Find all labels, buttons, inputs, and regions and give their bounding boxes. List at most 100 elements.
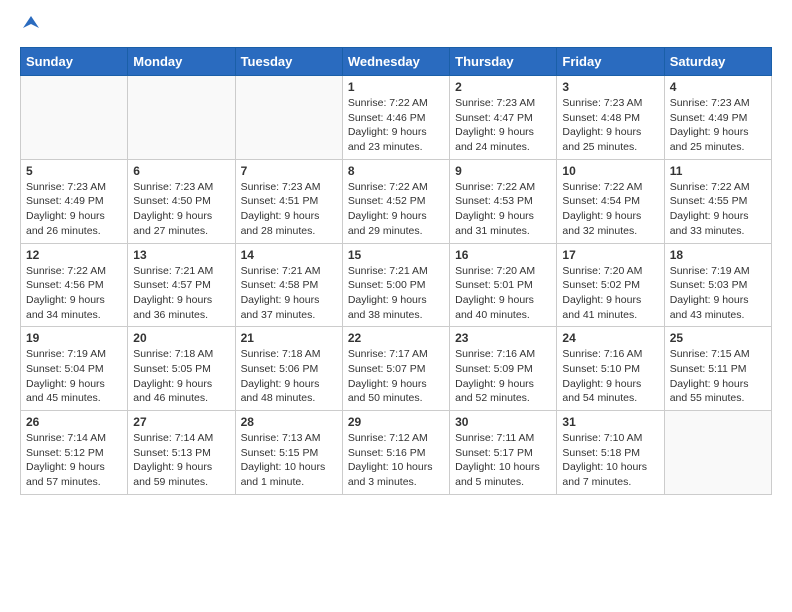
calendar-cell: 25 Sunrise: 7:15 AM Sunset: 5:11 PM Dayli… (664, 327, 771, 411)
calendar-cell: 15 Sunrise: 7:21 AM Sunset: 5:00 PM Dayli… (342, 243, 449, 327)
day-number: 25 (670, 331, 766, 345)
day-number: 4 (670, 80, 766, 94)
day-info: Sunrise: 7:16 AM Sunset: 5:09 PM Dayligh… (455, 347, 551, 406)
day-info: Sunrise: 7:22 AM Sunset: 4:52 PM Dayligh… (348, 180, 444, 239)
day-number: 1 (348, 80, 444, 94)
day-number: 14 (241, 248, 337, 262)
day-number: 13 (133, 248, 229, 262)
calendar-cell: 1Sunrise: 7:22 AM Sunset: 4:46 PM Daylig… (342, 76, 449, 160)
day-header-wednesday: Wednesday (342, 48, 449, 76)
calendar-cell: 6 Sunrise: 7:23 AM Sunset: 4:50 PM Daylig… (128, 159, 235, 243)
calendar-week-row: 12 Sunrise: 7:22 AM Sunset: 4:56 PM Dayli… (21, 243, 772, 327)
day-info: Sunrise: 7:15 AM Sunset: 5:11 PM Dayligh… (670, 347, 766, 406)
day-info: Sunrise: 7:23 AM Sunset: 4:48 PM Dayligh… (562, 96, 658, 155)
day-number: 31 (562, 415, 658, 429)
calendar-cell: 29 Sunrise: 7:12 AM Sunset: 5:16 PM Dayli… (342, 411, 449, 495)
day-info: Sunrise: 7:21 AM Sunset: 4:57 PM Dayligh… (133, 264, 229, 323)
day-number: 21 (241, 331, 337, 345)
day-header-saturday: Saturday (664, 48, 771, 76)
day-info: Sunrise: 7:22 AM Sunset: 4:55 PM Dayligh… (670, 180, 766, 239)
logo-bird-icon (23, 14, 39, 30)
day-info: Sunrise: 7:14 AM Sunset: 5:12 PM Dayligh… (26, 431, 122, 490)
calendar-cell: 27 Sunrise: 7:14 AM Sunset: 5:13 PM Dayli… (128, 411, 235, 495)
day-info: Sunrise: 7:11 AM Sunset: 5:17 PM Dayligh… (455, 431, 551, 490)
calendar-cell: 20Sunrise: 7:18 AM Sunset: 5:05 PM Dayli… (128, 327, 235, 411)
day-number: 10 (562, 164, 658, 178)
day-info: Sunrise: 7:10 AM Sunset: 5:18 PM Dayligh… (562, 431, 658, 490)
day-info: Sunrise: 7:21 AM Sunset: 4:58 PM Dayligh… (241, 264, 337, 323)
day-number: 8 (348, 164, 444, 178)
calendar-cell: 3Sunrise: 7:23 AM Sunset: 4:48 PM Daylig… (557, 76, 664, 160)
calendar-cell: 24 Sunrise: 7:16 AM Sunset: 5:10 PM Dayli… (557, 327, 664, 411)
day-info: Sunrise: 7:19 AM Sunset: 5:04 PM Dayligh… (26, 347, 122, 406)
day-header-sunday: Sunday (21, 48, 128, 76)
day-number: 29 (348, 415, 444, 429)
day-number: 16 (455, 248, 551, 262)
day-info: Sunrise: 7:16 AM Sunset: 5:10 PM Dayligh… (562, 347, 658, 406)
calendar-cell: 13 Sunrise: 7:21 AM Sunset: 4:57 PM Dayli… (128, 243, 235, 327)
day-header-tuesday: Tuesday (235, 48, 342, 76)
calendar-cell: 5Sunrise: 7:23 AM Sunset: 4:49 PM Daylig… (21, 159, 128, 243)
day-info: Sunrise: 7:13 AM Sunset: 5:15 PM Dayligh… (241, 431, 337, 490)
day-number: 7 (241, 164, 337, 178)
calendar-cell (21, 76, 128, 160)
calendar-cell: 30 Sunrise: 7:11 AM Sunset: 5:17 PM Dayli… (450, 411, 557, 495)
day-info: Sunrise: 7:21 AM Sunset: 5:00 PM Dayligh… (348, 264, 444, 323)
calendar-cell: 23 Sunrise: 7:16 AM Sunset: 5:09 PM Dayli… (450, 327, 557, 411)
calendar-cell: 14 Sunrise: 7:21 AM Sunset: 4:58 PM Dayli… (235, 243, 342, 327)
day-number: 9 (455, 164, 551, 178)
day-number: 30 (455, 415, 551, 429)
day-number: 5 (26, 164, 122, 178)
day-number: 26 (26, 415, 122, 429)
day-number: 12 (26, 248, 122, 262)
day-number: 24 (562, 331, 658, 345)
day-header-monday: Monday (128, 48, 235, 76)
day-info: Sunrise: 7:14 AM Sunset: 5:13 PM Dayligh… (133, 431, 229, 490)
day-number: 27 (133, 415, 229, 429)
calendar-cell: 22Sunrise: 7:17 AM Sunset: 5:07 PM Dayli… (342, 327, 449, 411)
day-info: Sunrise: 7:23 AM Sunset: 4:51 PM Dayligh… (241, 180, 337, 239)
calendar-cell: 28Sunrise: 7:13 AM Sunset: 5:15 PM Dayli… (235, 411, 342, 495)
calendar-cell (664, 411, 771, 495)
calendar-header-row: SundayMondayTuesdayWednesdayThursdayFrid… (21, 48, 772, 76)
calendar-cell (128, 76, 235, 160)
day-info: Sunrise: 7:12 AM Sunset: 5:16 PM Dayligh… (348, 431, 444, 490)
calendar-cell: 16 Sunrise: 7:20 AM Sunset: 5:01 PM Dayli… (450, 243, 557, 327)
day-number: 18 (670, 248, 766, 262)
calendar-cell: 12 Sunrise: 7:22 AM Sunset: 4:56 PM Dayli… (21, 243, 128, 327)
day-info: Sunrise: 7:19 AM Sunset: 5:03 PM Dayligh… (670, 264, 766, 323)
calendar-cell: 4 Sunrise: 7:23 AM Sunset: 4:49 PM Daylig… (664, 76, 771, 160)
day-info: Sunrise: 7:22 AM Sunset: 4:54 PM Dayligh… (562, 180, 658, 239)
logo (20, 16, 39, 37)
calendar-cell: 7 Sunrise: 7:23 AM Sunset: 4:51 PM Daylig… (235, 159, 342, 243)
day-number: 19 (26, 331, 122, 345)
day-number: 23 (455, 331, 551, 345)
calendar-cell: 31 Sunrise: 7:10 AM Sunset: 5:18 PM Dayli… (557, 411, 664, 495)
day-info: Sunrise: 7:20 AM Sunset: 5:02 PM Dayligh… (562, 264, 658, 323)
calendar-cell: 9 Sunrise: 7:22 AM Sunset: 4:53 PM Daylig… (450, 159, 557, 243)
calendar-cell: 26 Sunrise: 7:14 AM Sunset: 5:12 PM Dayli… (21, 411, 128, 495)
calendar-cell: 18 Sunrise: 7:19 AM Sunset: 5:03 PM Dayli… (664, 243, 771, 327)
calendar-table: SundayMondayTuesdayWednesdayThursdayFrid… (20, 47, 772, 495)
day-info: Sunrise: 7:23 AM Sunset: 4:49 PM Dayligh… (670, 96, 766, 155)
day-info: Sunrise: 7:23 AM Sunset: 4:50 PM Dayligh… (133, 180, 229, 239)
day-number: 2 (455, 80, 551, 94)
day-number: 15 (348, 248, 444, 262)
calendar-week-row: 5Sunrise: 7:23 AM Sunset: 4:49 PM Daylig… (21, 159, 772, 243)
day-info: Sunrise: 7:22 AM Sunset: 4:56 PM Dayligh… (26, 264, 122, 323)
calendar-week-row: 19 Sunrise: 7:19 AM Sunset: 5:04 PM Dayli… (21, 327, 772, 411)
calendar-cell: 8 Sunrise: 7:22 AM Sunset: 4:52 PM Daylig… (342, 159, 449, 243)
day-number: 22 (348, 331, 444, 345)
day-info: Sunrise: 7:20 AM Sunset: 5:01 PM Dayligh… (455, 264, 551, 323)
day-number: 17 (562, 248, 658, 262)
day-info: Sunrise: 7:18 AM Sunset: 5:06 PM Dayligh… (241, 347, 337, 406)
day-info: Sunrise: 7:22 AM Sunset: 4:53 PM Dayligh… (455, 180, 551, 239)
day-number: 11 (670, 164, 766, 178)
header (20, 16, 772, 37)
calendar-cell: 19 Sunrise: 7:19 AM Sunset: 5:04 PM Dayli… (21, 327, 128, 411)
day-number: 6 (133, 164, 229, 178)
calendar-week-row: 1Sunrise: 7:22 AM Sunset: 4:46 PM Daylig… (21, 76, 772, 160)
calendar-cell: 11 Sunrise: 7:22 AM Sunset: 4:55 PM Dayli… (664, 159, 771, 243)
calendar-cell: 17 Sunrise: 7:20 AM Sunset: 5:02 PM Dayli… (557, 243, 664, 327)
calendar-cell (235, 76, 342, 160)
